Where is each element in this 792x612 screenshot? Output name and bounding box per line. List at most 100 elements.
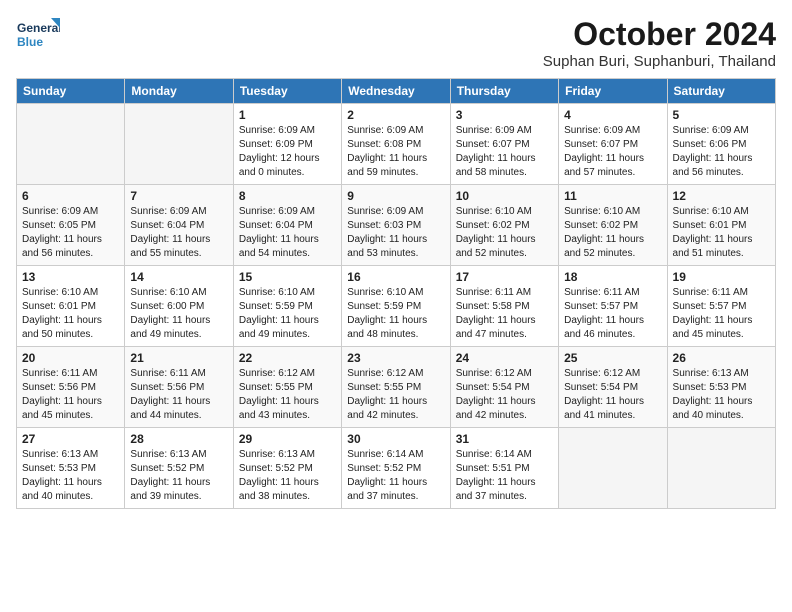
day-number: 22 — [239, 351, 336, 365]
sunrise-time: Sunrise: 6:09 AM — [239, 205, 336, 219]
day-number: 31 — [456, 432, 553, 446]
sunset-time: Sunset: 6:06 PM — [673, 138, 770, 152]
daylight-hours: Daylight: 11 hours and 54 minutes. — [239, 233, 336, 261]
daylight-hours: Daylight: 11 hours and 37 minutes. — [347, 476, 444, 504]
calendar-day-cell: 2 Sunrise: 6:09 AM Sunset: 6:08 PM Dayli… — [342, 104, 450, 185]
calendar-day-cell: 22 Sunrise: 6:12 AM Sunset: 5:55 PM Dayl… — [233, 347, 341, 428]
day-info: Sunrise: 6:12 AM Sunset: 5:54 PM Dayligh… — [564, 367, 661, 423]
day-info: Sunrise: 6:10 AM Sunset: 6:01 PM Dayligh… — [22, 286, 119, 342]
sunset-time: Sunset: 6:07 PM — [456, 138, 553, 152]
sunset-time: Sunset: 5:52 PM — [239, 462, 336, 476]
daylight-hours: Daylight: 11 hours and 56 minutes. — [22, 233, 119, 261]
sunset-time: Sunset: 5:55 PM — [347, 381, 444, 395]
calendar-day-cell: 17 Sunrise: 6:11 AM Sunset: 5:58 PM Dayl… — [450, 266, 558, 347]
logo: General Blue — [16, 16, 60, 60]
daylight-hours: Daylight: 11 hours and 40 minutes. — [22, 476, 119, 504]
day-info: Sunrise: 6:10 AM Sunset: 5:59 PM Dayligh… — [347, 286, 444, 342]
sunset-time: Sunset: 5:52 PM — [347, 462, 444, 476]
daylight-hours: Daylight: 11 hours and 50 minutes. — [22, 314, 119, 342]
calendar-day-cell: 7 Sunrise: 6:09 AM Sunset: 6:04 PM Dayli… — [125, 185, 233, 266]
sunrise-time: Sunrise: 6:12 AM — [456, 367, 553, 381]
sunset-time: Sunset: 6:07 PM — [564, 138, 661, 152]
day-number: 11 — [564, 189, 661, 203]
sunrise-time: Sunrise: 6:13 AM — [22, 448, 119, 462]
day-number: 20 — [22, 351, 119, 365]
calendar-day-cell: 12 Sunrise: 6:10 AM Sunset: 6:01 PM Dayl… — [667, 185, 775, 266]
day-info: Sunrise: 6:10 AM Sunset: 6:01 PM Dayligh… — [673, 205, 770, 261]
sunset-time: Sunset: 6:09 PM — [239, 138, 336, 152]
sunset-time: Sunset: 6:05 PM — [22, 219, 119, 233]
day-number: 3 — [456, 108, 553, 122]
calendar-day-cell: 23 Sunrise: 6:12 AM Sunset: 5:55 PM Dayl… — [342, 347, 450, 428]
sunset-time: Sunset: 6:04 PM — [239, 219, 336, 233]
svg-text:General: General — [17, 21, 60, 35]
day-number: 8 — [239, 189, 336, 203]
day-number: 1 — [239, 108, 336, 122]
sunset-time: Sunset: 5:54 PM — [564, 381, 661, 395]
day-number: 7 — [130, 189, 227, 203]
sunrise-time: Sunrise: 6:13 AM — [130, 448, 227, 462]
sunrise-time: Sunrise: 6:12 AM — [347, 367, 444, 381]
sunrise-time: Sunrise: 6:09 AM — [22, 205, 119, 219]
day-number: 30 — [347, 432, 444, 446]
day-number: 24 — [456, 351, 553, 365]
sunrise-time: Sunrise: 6:11 AM — [564, 286, 661, 300]
day-info: Sunrise: 6:10 AM Sunset: 6:02 PM Dayligh… — [564, 205, 661, 261]
calendar-day-cell: 30 Sunrise: 6:14 AM Sunset: 5:52 PM Dayl… — [342, 428, 450, 509]
weekday-header: Tuesday — [233, 79, 341, 104]
location-title: Suphan Buri, Suphanburi, Thailand — [543, 53, 776, 70]
logo-graphic: General Blue — [16, 16, 60, 60]
day-info: Sunrise: 6:14 AM Sunset: 5:51 PM Dayligh… — [456, 448, 553, 504]
sunrise-time: Sunrise: 6:11 AM — [673, 286, 770, 300]
day-number: 25 — [564, 351, 661, 365]
calendar-week-row: 1 Sunrise: 6:09 AM Sunset: 6:09 PM Dayli… — [17, 104, 776, 185]
calendar-day-cell: 3 Sunrise: 6:09 AM Sunset: 6:07 PM Dayli… — [450, 104, 558, 185]
sunset-time: Sunset: 5:57 PM — [564, 300, 661, 314]
sunrise-time: Sunrise: 6:12 AM — [239, 367, 336, 381]
daylight-hours: Daylight: 11 hours and 58 minutes. — [456, 152, 553, 180]
day-number: 2 — [347, 108, 444, 122]
day-info: Sunrise: 6:10 AM Sunset: 6:00 PM Dayligh… — [130, 286, 227, 342]
calendar-day-cell: 28 Sunrise: 6:13 AM Sunset: 5:52 PM Dayl… — [125, 428, 233, 509]
day-number: 4 — [564, 108, 661, 122]
calendar-week-row: 13 Sunrise: 6:10 AM Sunset: 6:01 PM Dayl… — [17, 266, 776, 347]
calendar-week-row: 20 Sunrise: 6:11 AM Sunset: 5:56 PM Dayl… — [17, 347, 776, 428]
calendar-day-cell: 26 Sunrise: 6:13 AM Sunset: 5:53 PM Dayl… — [667, 347, 775, 428]
daylight-hours: Daylight: 11 hours and 48 minutes. — [347, 314, 444, 342]
calendar-day-cell: 11 Sunrise: 6:10 AM Sunset: 6:02 PM Dayl… — [559, 185, 667, 266]
day-number: 18 — [564, 270, 661, 284]
daylight-hours: Daylight: 11 hours and 43 minutes. — [239, 395, 336, 423]
day-info: Sunrise: 6:13 AM Sunset: 5:52 PM Dayligh… — [239, 448, 336, 504]
sunset-time: Sunset: 6:01 PM — [22, 300, 119, 314]
sunset-time: Sunset: 5:59 PM — [347, 300, 444, 314]
sunset-time: Sunset: 6:08 PM — [347, 138, 444, 152]
calendar-day-cell: 15 Sunrise: 6:10 AM Sunset: 5:59 PM Dayl… — [233, 266, 341, 347]
day-info: Sunrise: 6:11 AM Sunset: 5:58 PM Dayligh… — [456, 286, 553, 342]
sunrise-time: Sunrise: 6:09 AM — [456, 124, 553, 138]
day-number: 26 — [673, 351, 770, 365]
title-block: October 2024 Suphan Buri, Suphanburi, Th… — [543, 16, 776, 70]
sunrise-time: Sunrise: 6:13 AM — [673, 367, 770, 381]
sunset-time: Sunset: 6:02 PM — [564, 219, 661, 233]
day-number: 10 — [456, 189, 553, 203]
sunrise-time: Sunrise: 6:09 AM — [347, 205, 444, 219]
weekday-header: Friday — [559, 79, 667, 104]
weekday-header: Sunday — [17, 79, 125, 104]
daylight-hours: Daylight: 11 hours and 44 minutes. — [130, 395, 227, 423]
day-number: 28 — [130, 432, 227, 446]
day-info: Sunrise: 6:12 AM Sunset: 5:55 PM Dayligh… — [239, 367, 336, 423]
month-title: October 2024 — [543, 16, 776, 53]
sunrise-time: Sunrise: 6:11 AM — [22, 367, 119, 381]
daylight-hours: Daylight: 11 hours and 51 minutes. — [673, 233, 770, 261]
daylight-hours: Daylight: 11 hours and 37 minutes. — [456, 476, 553, 504]
day-number: 16 — [347, 270, 444, 284]
day-info: Sunrise: 6:09 AM Sunset: 6:08 PM Dayligh… — [347, 124, 444, 180]
sunset-time: Sunset: 6:02 PM — [456, 219, 553, 233]
daylight-hours: Daylight: 11 hours and 46 minutes. — [564, 314, 661, 342]
calendar-day-cell: 8 Sunrise: 6:09 AM Sunset: 6:04 PM Dayli… — [233, 185, 341, 266]
daylight-hours: Daylight: 11 hours and 45 minutes. — [22, 395, 119, 423]
day-number: 14 — [130, 270, 227, 284]
calendar-day-cell: 21 Sunrise: 6:11 AM Sunset: 5:56 PM Dayl… — [125, 347, 233, 428]
calendar-day-cell: 4 Sunrise: 6:09 AM Sunset: 6:07 PM Dayli… — [559, 104, 667, 185]
sunrise-time: Sunrise: 6:09 AM — [673, 124, 770, 138]
